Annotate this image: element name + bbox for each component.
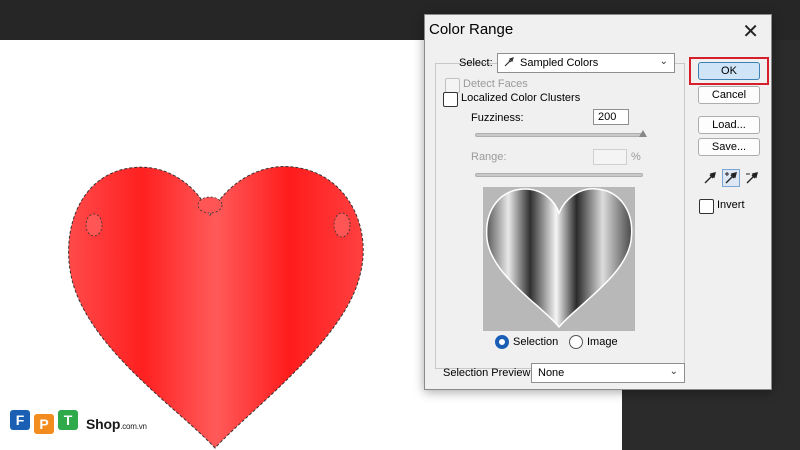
range-label: Range:: [471, 151, 507, 163]
fuzziness-input[interactable]: 200: [593, 109, 629, 125]
fuzziness-slider-thumb[interactable]: [639, 130, 647, 137]
close-icon[interactable]: ✕: [742, 19, 759, 44]
range-unit: %: [631, 151, 641, 163]
svg-text:T: T: [64, 412, 73, 428]
select-label: Select:: [459, 57, 493, 69]
preview-heart-shape: [485, 188, 633, 329]
localized-clusters-label: Localized Color Clusters: [461, 92, 581, 104]
fptshop-logo-text: Shop.com.vn: [86, 416, 147, 432]
selection-radio-label: Selection: [513, 336, 559, 348]
detect-faces-label: Detect Faces: [463, 78, 528, 90]
svg-text:P: P: [39, 416, 48, 432]
chevron-down-icon: ⌄: [659, 56, 668, 67]
image-radio[interactable]: [569, 335, 583, 349]
fuzziness-label: Fuzziness:: [471, 112, 524, 124]
selection-preview-label: Selection Preview:: [443, 367, 534, 379]
load-button[interactable]: Load...: [698, 116, 760, 134]
eyedropper-icon[interactable]: [701, 169, 719, 187]
selection-radio[interactable]: [495, 335, 509, 349]
eyedropper-plus-icon[interactable]: [722, 169, 740, 187]
selection-preview-value: None: [538, 367, 565, 379]
selection-preview-dropdown[interactable]: None ⌄: [531, 363, 685, 383]
localized-clusters-checkbox[interactable]: [443, 92, 458, 107]
invert-checkbox[interactable]: [699, 199, 714, 214]
invert-label: Invert: [717, 199, 745, 211]
fpt-logo-icon: F P T: [10, 410, 78, 434]
svg-text:F: F: [16, 412, 25, 428]
heart-highlight-left: [85, 213, 103, 237]
fptshop-logo: F P T Shop.com.vn: [8, 404, 147, 440]
color-range-dialog: Color Range ✕ Select: Sampled Colors ⌄ D…: [424, 14, 772, 390]
range-slider-track[interactable]: [475, 173, 643, 177]
fuzziness-slider-track[interactable]: [475, 133, 643, 137]
eyedropper-minus-icon[interactable]: [743, 169, 761, 187]
heart-highlight-right: [333, 212, 351, 238]
cancel-button[interactable]: Cancel: [698, 86, 760, 104]
eyedropper-icon: [504, 56, 514, 70]
select-value: Sampled Colors: [520, 57, 599, 69]
ok-button[interactable]: OK: [698, 62, 760, 80]
image-radio-label: Image: [587, 336, 618, 348]
chevron-down-icon: ⌄: [669, 366, 678, 377]
selection-preview-image[interactable]: [483, 187, 635, 331]
heart-highlight-middle: [197, 196, 223, 214]
save-button[interactable]: Save...: [698, 138, 760, 156]
range-input[interactable]: [593, 149, 627, 165]
select-dropdown[interactable]: Sampled Colors ⌄: [497, 53, 675, 73]
detect-faces-checkbox[interactable]: [445, 78, 460, 93]
grayscale-heart-preview: [485, 188, 633, 329]
dialog-title: Color Range: [429, 21, 514, 38]
